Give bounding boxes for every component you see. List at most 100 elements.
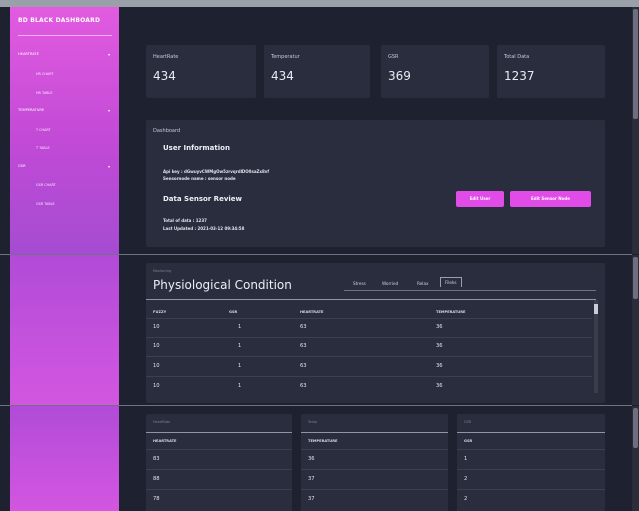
dashboard-card: Dashboard User Information Api key : dGw…: [146, 120, 605, 247]
cell-temperature: 37: [308, 496, 315, 502]
cell-heartrate: 83: [153, 456, 160, 462]
stat-card-temperature: Temperatur 434: [264, 45, 370, 98]
table-top-border: [457, 432, 605, 433]
dashboard-title: Dashboard: [153, 128, 181, 134]
cell-heartrate: 63: [300, 383, 307, 389]
stat-label: HeartRate: [153, 54, 179, 60]
tab-worried[interactable]: Worried: [382, 281, 398, 286]
monitoring-subtitle: Monitoring: [153, 269, 172, 273]
column-header-temperature[interactable]: TEMPERATURE: [308, 439, 337, 443]
cell-gsr: 1: [464, 456, 468, 462]
table-top-border: [146, 432, 292, 433]
frame-scrollbar-2[interactable]: [632, 255, 639, 405]
sidebar-continued: [10, 255, 119, 405]
mini-table-subtitle: Temp: [308, 420, 318, 424]
cell-fuzzy: 10: [153, 324, 160, 330]
stat-label: Total Data: [504, 54, 530, 60]
monitoring-card: Monitoring Physiological Condition Stres…: [146, 263, 605, 403]
stat-value: 369: [388, 69, 411, 83]
row-divider: [146, 356, 592, 357]
sidebar-item-t-chart[interactable]: T CHART: [36, 128, 51, 132]
column-header-heartrate[interactable]: HEARTRATE: [300, 310, 323, 314]
cell-gsr: 1: [238, 324, 242, 330]
column-header-gsr[interactable]: GSR: [229, 310, 237, 314]
column-header-heartrate[interactable]: HEARTRATE: [153, 439, 176, 443]
user-info-heading: User Information: [163, 144, 230, 152]
temperature-table-card: Temp TEMPERATURE 36 37 37: [301, 414, 448, 511]
table-top-border: [301, 432, 448, 433]
row-divider: [146, 337, 592, 338]
monitoring-table: FUZZY GSR HEARTRATE TEMPERATURE 10 1 63 …: [146, 299, 598, 399]
frame-scrollbar-thumb[interactable]: [633, 408, 638, 448]
header-divider: [301, 449, 448, 450]
sidebar-continued: [10, 406, 119, 511]
frame-scrollbar-3[interactable]: [632, 406, 639, 511]
stat-card-total-data: Total Data 1237: [497, 45, 605, 98]
sidebar-item-t-table[interactable]: T TABLE: [36, 146, 50, 150]
sidebar-item-hr-table[interactable]: HR TABLE: [36, 91, 52, 95]
frame-scrollbar-1[interactable]: [632, 7, 639, 254]
stat-label: Temperatur: [271, 54, 300, 60]
cell-fuzzy: 10: [153, 343, 160, 349]
row-divider: [146, 489, 292, 490]
stat-card-gsr: GSR 369: [381, 45, 489, 98]
gsr-table: GSR 1 2 2: [457, 432, 605, 511]
table-scrollbar-thumb[interactable]: [594, 304, 598, 314]
sidebar-item-hr-chart[interactable]: HR CHART: [36, 72, 53, 76]
column-header-fuzzy[interactable]: FUZZY: [153, 310, 166, 314]
cell-temperature: 36: [436, 324, 443, 330]
cell-heartrate: 63: [300, 363, 307, 369]
last-updated-text: Last Updated : 2021-03-12 09:34:58: [163, 226, 245, 231]
cell-temperature: 36: [436, 343, 443, 349]
column-header-gsr[interactable]: GSR: [464, 439, 472, 443]
sidebar-group-gsr[interactable]: GSR ▾: [18, 164, 112, 169]
row-divider: [457, 489, 605, 490]
stat-value: 434: [271, 69, 294, 83]
data-sensor-review-heading: Data Sensor Review: [163, 195, 242, 203]
temperature-table: TEMPERATURE 36 37 37: [301, 432, 448, 511]
dashboard-section: BD BLACK DASHBOARD HEARTRATE ▾ HR CHART …: [0, 7, 632, 254]
header-divider: [146, 318, 592, 319]
row-divider: [457, 469, 605, 470]
tab-fileks[interactable]: Fileks: [440, 277, 462, 287]
mini-tables-section: HeartRate HEARTRATE 83 88 78 Temp TEMPER…: [0, 406, 632, 511]
cell-gsr: 2: [464, 476, 468, 482]
window-top-strip: [0, 0, 639, 7]
cell-fuzzy: 10: [153, 383, 160, 389]
cell-heartrate: 63: [300, 324, 307, 330]
cell-heartrate: 63: [300, 343, 307, 349]
caret-down-icon: ▾: [107, 108, 110, 113]
edit-sensor-node-button[interactable]: Edit Sensor Node: [510, 191, 591, 207]
heartrate-table-card: HeartRate HEARTRATE 83 88 78: [146, 414, 292, 511]
sensornode-name-text: Sensornode name : sensor node: [163, 176, 236, 181]
sidebar-group-temperature[interactable]: TEMPERATURE ▾: [18, 108, 112, 113]
gsr-table-card: GSR GSR 1 2 2: [457, 414, 605, 511]
caret-down-icon: ▾: [107, 52, 110, 57]
brand-logo[interactable]: BD BLACK DASHBOARD: [18, 17, 100, 24]
sidebar-group-heartrate[interactable]: HEARTRATE ▾: [18, 52, 112, 57]
tab-stress[interactable]: Stress: [353, 281, 366, 286]
monitoring-title: Physiological Condition: [153, 278, 292, 292]
frame-scrollbar-thumb[interactable]: [633, 257, 638, 299]
sidebar-item-gsr-chart[interactable]: GSR CHART: [36, 183, 56, 187]
row-divider: [301, 489, 448, 490]
header-divider: [146, 449, 292, 450]
table-scrollbar[interactable]: [594, 300, 598, 393]
tab-relax[interactable]: Relax: [417, 281, 429, 286]
column-header-temperature[interactable]: TEMPERATURE: [436, 310, 465, 314]
frame-scrollbar-thumb[interactable]: [633, 9, 638, 119]
table-top-border: [146, 299, 596, 300]
cell-gsr: 1: [238, 363, 242, 369]
sidebar-group-label: GSR: [18, 164, 26, 168]
mini-table-subtitle: GSR: [464, 420, 472, 424]
row-divider: [301, 469, 448, 470]
edit-user-button[interactable]: Edit User: [456, 191, 504, 207]
sidebar-item-gsr-table[interactable]: GSR TABLE: [36, 202, 55, 206]
sidebar: BD BLACK DASHBOARD HEARTRATE ▾ HR CHART …: [10, 7, 119, 254]
total-data-text: Total of data : 1237: [163, 218, 207, 223]
cell-temperature: 36: [308, 456, 315, 462]
stat-value: 434: [153, 69, 176, 83]
cell-fuzzy: 10: [153, 363, 160, 369]
heartrate-table: HEARTRATE 83 88 78: [146, 432, 292, 511]
cell-heartrate: 78: [153, 496, 160, 502]
